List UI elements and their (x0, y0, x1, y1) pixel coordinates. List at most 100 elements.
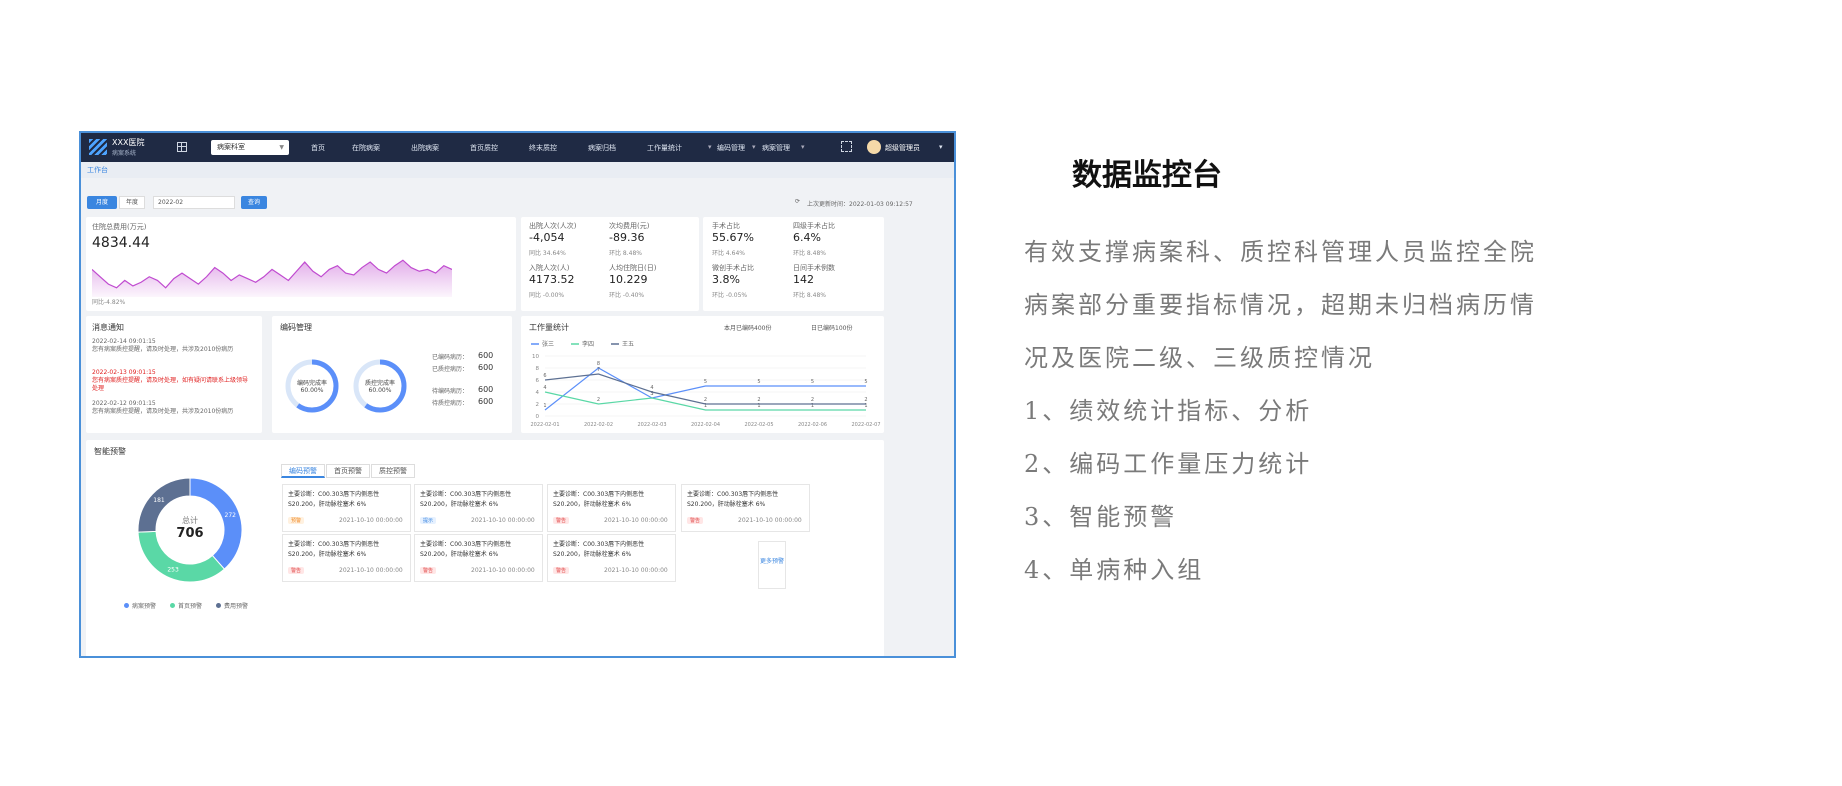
intro-desc-2: 病案部分重要指标情况，超期未归档病历情 (1024, 291, 1537, 319)
warning-item-detail: S20.200，肝动脉栓塞术 6% (553, 501, 632, 508)
y-tick-label: 8 (536, 366, 540, 372)
y-tick-label: 2 (536, 402, 540, 408)
nav-item-home[interactable]: 首页 (311, 143, 325, 153)
warning-item-card[interactable]: 主要诊断：C00.303唇下内侧恶性 S20.200，肝动脉栓塞术 6% 警告 202… (282, 534, 411, 582)
nav-item-archive[interactable]: 病案归档 (588, 143, 616, 153)
user-name[interactable]: 超级管理员 (885, 143, 920, 153)
nav-item-coding[interactable]: 编码管理 (717, 143, 745, 153)
notice-text[interactable]: 您有病案质控提醒，请及时处理，如有疑问请联系上级领导处理 (92, 377, 252, 393)
app-grid-icon[interactable] (177, 142, 187, 152)
warning-card: 智能预警 272 253 181 总计 706 更多预警 病案预警 首页预警 费用预警编… (86, 440, 884, 656)
nav-item-inpatient-records[interactable]: 在院病案 (352, 143, 380, 153)
intro-point-4: 4、单病种入组 (1024, 556, 1205, 584)
brand-name: XXX医院 (112, 138, 145, 147)
slice-value-label: 181 (153, 497, 165, 504)
point-label: 2 (811, 397, 814, 403)
revenue-compare: 同比-4.82% (92, 299, 126, 306)
refresh-icon[interactable]: ⟳ (795, 198, 800, 205)
kpi-compare: 环比 -0.05% (712, 292, 748, 299)
coding-ring-2-label: 质控完成率 60.00% (352, 378, 408, 394)
intro-desc-1: 有效支撑病案科、质控科管理人员监控全院 (1024, 238, 1537, 266)
legend-label: 李四 (582, 340, 594, 348)
notice-card: 消息通知 2022-02-14 09:01:15 您有病案质控提醒，请及时处理，共… (86, 316, 262, 433)
workload-card: 工作量统计 本月已编码400份 日已编码100份 张三 李四 王五 0 2 4 6 8 10 20… (521, 316, 884, 433)
legend-label[interactable]: 病案预警 (132, 601, 156, 610)
coding-stat-label: 待编码病历： (432, 388, 469, 395)
warning-item-detail: S20.200，肝动脉栓塞术 6% (687, 501, 766, 508)
kpi-label: 日间手术例数 (793, 264, 835, 272)
warning-item-tag: 提示 (420, 517, 437, 524)
warning-tab[interactable]: 编码预警 (281, 464, 325, 478)
point-label: 5 (864, 379, 867, 385)
nav-item-records-mgmt[interactable]: 病案管理 (762, 143, 790, 153)
x-tick-label: 2022-02-07 (851, 422, 880, 428)
y-tick-label: 4 (536, 390, 540, 396)
more-warnings-button[interactable]: 更多预警 (758, 541, 786, 589)
point-label: 2 (597, 397, 600, 403)
workload-day-note: 日已编码100份 (811, 325, 853, 332)
date-input[interactable]: 2022-02 (153, 196, 235, 209)
warning-item-date: 2021-10-10 00:00:00 (471, 567, 535, 574)
kpi-compare: 环比 8.48% (793, 292, 826, 299)
y-tick-label: 6 (536, 378, 540, 384)
chevron-down-icon: ▾ (801, 143, 805, 151)
query-button[interactable]: 查询 (241, 196, 267, 209)
warning-item-card[interactable]: 主要诊断：C00.303唇下内侧恶性 S20.200，肝动脉栓塞术 6% 警告 202… (547, 534, 676, 582)
top-nav: XXX医院 病案系统 病案科室 ▼ 首页 在院病案 出院病案 首页质控 终末质控… (81, 133, 954, 162)
warning-item-detail: S20.200，肝动脉栓塞术 6% (288, 551, 367, 558)
nav-item-final-qc[interactable]: 终末质控 (529, 143, 557, 153)
coding-stat-label: 已编码病历： (432, 354, 469, 361)
warning-item-tag: 警告 (687, 517, 704, 524)
warning-tab[interactable]: 首页预警 (326, 464, 370, 478)
coding-stat-label: 待质控病历： (432, 400, 469, 407)
warning-item-diagnosis: 主要诊断：C00.303唇下内侧恶性 (288, 491, 380, 498)
legend-label: 王五 (622, 341, 634, 348)
ring2-name: 质控完成率 (364, 380, 395, 387)
coding-card: 编码管理 编码完成率 60.00% 质控完成率 60.00% 已编码病历： 600… (272, 316, 512, 433)
warning-item-diagnosis: 主要诊断：C00.303唇下内侧恶性 (553, 491, 645, 498)
nav-item-front-qc[interactable]: 首页质控 (470, 143, 498, 153)
warning-item-card[interactable]: 主要诊断：C00.303唇下内侧恶性 S20.200，肝动脉栓塞术 6% 警告 202… (681, 484, 810, 532)
point-label: 1 (543, 403, 546, 409)
warning-item-card[interactable]: 主要诊断：C00.303唇下内侧恶性 S20.200，肝动脉栓塞术 6% 警告 202… (547, 484, 676, 532)
warning-item-card[interactable]: 主要诊断：C00.303唇下内侧恶性 S20.200，肝动脉栓塞术 6% 提示 202… (414, 484, 543, 532)
ring2-pct: 60.00% (368, 387, 392, 394)
warning-item-card[interactable]: 主要诊断：C00.303唇下内侧恶性 S20.200，肝动脉栓塞术 6% 预警 202… (282, 484, 411, 532)
point-label: 7 (597, 367, 600, 373)
coding-stat-label: 已质控病历： (432, 366, 469, 373)
hospital-logo-icon (89, 139, 107, 155)
notice-text[interactable]: 您有病案质控提醒，请及时处理，共涉及2010份病历 (92, 346, 252, 354)
avatar[interactable] (867, 140, 881, 154)
workload-month-note: 本月已编码400份 (724, 325, 772, 332)
department-select[interactable]: 病案科室 ▼ (211, 140, 289, 155)
warning-item-tag: 警告 (420, 567, 437, 574)
notice-text[interactable]: 您有病案质控提醒，请及时处理，共涉及2010份病历 (92, 408, 252, 416)
kpi-value: 3.8% (712, 273, 740, 286)
warning-item-diagnosis: 主要诊断：C00.303唇下内侧恶性 (288, 541, 380, 548)
coding-stat-value: 600 (478, 363, 494, 372)
fullscreen-icon[interactable] (841, 141, 852, 152)
nav-item-workload[interactable]: 工作量统计 (647, 143, 682, 153)
warning-item-card[interactable]: 主要诊断：C00.303唇下内侧恶性 S20.200，肝动脉栓塞术 6% 警告 202… (414, 534, 543, 582)
warning-item-diagnosis: 主要诊断：C00.303唇下内侧恶性 (553, 541, 645, 548)
tab-workbench[interactable]: 工作台 (87, 165, 108, 175)
kpi-value: 142 (793, 273, 814, 286)
year-button[interactable]: 年度 (119, 196, 145, 209)
x-tick-label: 2022-02-06 (798, 422, 827, 428)
nav-item-discharge-records[interactable]: 出院病案 (411, 143, 439, 153)
kpi-compare: 环比 8.48% (609, 250, 642, 257)
kpi-label: 人均住院日(日) (609, 264, 657, 272)
x-tick-label: 2022-02-05 (744, 422, 773, 428)
warning-item-date: 2021-10-10 00:00:00 (471, 517, 535, 524)
y-tick-label: 0 (536, 414, 540, 420)
month-button[interactable]: 月度 (87, 196, 117, 209)
legend-label[interactable]: 首页预警 (178, 601, 202, 610)
legend-label[interactable]: 费用预警 (224, 601, 248, 610)
warning-item-tag: 警告 (288, 567, 305, 574)
x-tick-label: 2022-02-03 (637, 422, 666, 428)
x-tick-label: 2022-02-02 (584, 422, 613, 428)
warning-item-detail: S20.200，肝动脉栓塞术 6% (420, 501, 499, 508)
warning-tab[interactable]: 质控预警 (371, 464, 415, 478)
point-label: 6 (543, 373, 546, 379)
intro-point-1: 1、绩效统计指标、分析 (1024, 397, 1313, 425)
